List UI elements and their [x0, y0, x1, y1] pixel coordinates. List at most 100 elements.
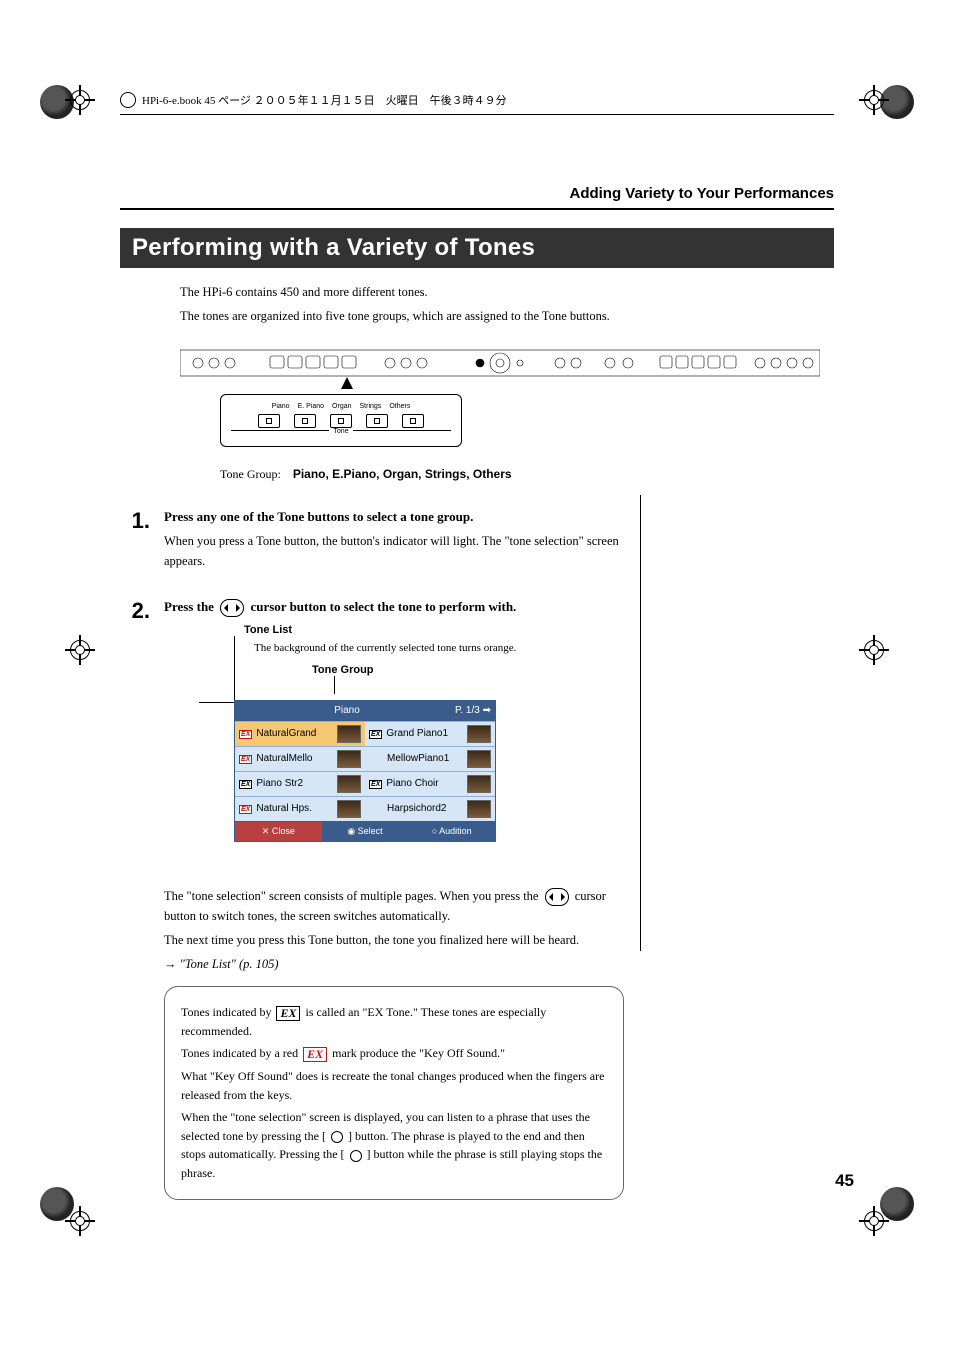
tone-btn-label: Others — [389, 401, 410, 412]
callout-text: Tones indicated by EX is called an "EX T… — [181, 1003, 607, 1040]
running-head: Adding Variety to Your Performances — [100, 185, 834, 202]
arrow-icon: → — [164, 957, 177, 971]
step-text: When you press a Tone button, the button… — [164, 531, 624, 571]
step-lead: Press the cursor button to select the to… — [164, 597, 624, 618]
step-lead: Press any one of the Tone buttons to sel… — [164, 507, 624, 528]
tone-btn-label: E. Piano — [298, 401, 324, 412]
ex-icon: EX — [369, 780, 382, 789]
screen-footer-select: ◉ Select — [322, 822, 409, 840]
tone-cell: EX Natural Hps. — [235, 796, 365, 821]
tone-button-icon — [294, 414, 316, 428]
text: The "tone selection" screen consists of … — [164, 889, 542, 903]
tone-thumb-icon — [467, 775, 491, 793]
tone-name: NaturalGrand — [256, 726, 333, 742]
reference: "Tone List" (p. 105) — [180, 957, 279, 971]
tone-cell: MellowPiano1 — [365, 746, 495, 771]
tone-name: Harpsichord2 — [387, 801, 463, 817]
ex-icon: EX — [276, 1006, 300, 1021]
cursor-icon — [545, 888, 569, 906]
page-title: Performing with a Variety of Tones — [120, 228, 834, 268]
intro-line: The tones are organized into five tone g… — [180, 306, 814, 326]
tone-button-icon — [366, 414, 388, 428]
after-screen-text: The next time you press this Tone button… — [164, 930, 624, 950]
tone-btn-label: Strings — [360, 401, 382, 412]
tone-cell: EX Piano Choir — [365, 771, 495, 796]
text: mark produce the "Key Off Sound." — [332, 1046, 505, 1060]
tone-name: MellowPiano1 — [387, 751, 463, 767]
corner-ornament — [880, 85, 914, 119]
tone-group-value: Piano, E.Piano, Organ, Strings, Others — [293, 467, 512, 481]
tone-buttons-illustration: Piano E. Piano Organ Strings Others Tone — [220, 394, 462, 447]
text: Tones indicated by — [181, 1005, 274, 1019]
tone-button-icon — [330, 414, 352, 428]
intro-line: The HPi-6 contains 450 and more differen… — [180, 282, 814, 302]
callout-text: When the "tone selection" screen is disp… — [181, 1108, 607, 1182]
ex-red-icon: EX — [239, 805, 252, 814]
registration-mark — [864, 640, 884, 660]
control-panel-illustration — [180, 342, 814, 384]
callout-line — [199, 702, 235, 703]
tone-thumb-icon — [337, 725, 361, 743]
tone-group-line: Tone Group: Piano, E.Piano, Organ, Strin… — [220, 465, 814, 484]
registration-mark — [864, 1211, 884, 1231]
circle-button-icon — [350, 1150, 362, 1162]
tone-thumb-icon — [337, 775, 361, 793]
ex-red-icon: EX — [239, 755, 252, 764]
globe-icon — [120, 92, 136, 108]
step-lead-pre: Press the — [164, 599, 217, 614]
screen-footer-close: ✕ Close — [235, 822, 322, 840]
book-header-text: HPi-6-e.book 45 ページ ２００５年１１月１５日 火曜日 午後３時… — [142, 92, 507, 108]
tone-cell: Harpsichord2 — [365, 796, 495, 821]
circle-button-icon — [331, 1131, 343, 1143]
tone-thumb-icon — [467, 725, 491, 743]
ex-icon: EX — [239, 780, 252, 789]
header-rule — [120, 208, 834, 210]
callout-text: What "Key Off Sound" does is recreate th… — [181, 1067, 607, 1104]
corner-ornament — [880, 1187, 914, 1221]
step-number: 2. — [120, 593, 150, 628]
tone-thumb-icon — [337, 750, 361, 768]
tone-thumb-icon — [467, 800, 491, 818]
ex-red-icon: EX — [303, 1047, 327, 1062]
tone-group-label: Tone Group — [312, 662, 374, 680]
step-lead-post: cursor button to select the tone to perf… — [250, 599, 516, 614]
screen-footer-audition: ○ Audition — [408, 822, 495, 840]
tone-button-icon — [402, 414, 424, 428]
registration-mark — [70, 1211, 90, 1231]
tone-cell: EX NaturalGrand — [235, 721, 365, 746]
tone-button-icon — [258, 414, 280, 428]
screen-header-right: P. 1/3 ➡ — [455, 703, 491, 719]
callout-text: Tones indicated by a red EX mark produce… — [181, 1044, 607, 1063]
tone-btn-label: Organ — [332, 401, 351, 412]
ex-red-icon: EX — [239, 730, 252, 739]
cursor-icon — [220, 599, 244, 617]
tone-cell: EX Piano Str2 — [235, 771, 365, 796]
callout-line — [234, 636, 235, 702]
tone-name: NaturalMello — [256, 751, 333, 767]
callout-box: Tones indicated by EX is called an "EX T… — [164, 986, 624, 1199]
tone-btn-label: Piano — [272, 401, 290, 412]
registration-mark — [70, 640, 90, 660]
tone-name: Piano Choir — [386, 776, 463, 792]
tone-selection-screen: Piano P. 1/3 ➡ EX NaturalGrand EXGrand Pia… — [234, 700, 496, 841]
tone-group-label: Tone Group: — [220, 467, 281, 481]
tone-name: Piano Str2 — [256, 776, 333, 792]
corner-ornament — [40, 85, 74, 119]
after-screen-text: The "tone selection" screen consists of … — [164, 886, 624, 926]
tone-thumb-icon — [467, 750, 491, 768]
tone-panel-foot: Tone — [329, 428, 352, 435]
tone-thumb-icon — [337, 800, 361, 818]
tone-name: Natural Hps. — [256, 801, 333, 817]
tone-cell: EXGrand Piano1 — [365, 721, 495, 746]
corner-ornament — [40, 1187, 74, 1221]
book-header: HPi-6-e.book 45 ページ ２００５年１１月１５日 火曜日 午後３時… — [120, 90, 834, 115]
screen-header-center: Piano — [334, 703, 360, 719]
ex-icon: EX — [369, 730, 382, 739]
tone-list-caption: The background of the currently selected… — [254, 640, 516, 658]
callout-line — [334, 676, 335, 694]
page-number: 45 — [835, 1171, 854, 1191]
tone-cell: EX NaturalMello — [235, 746, 365, 771]
ref-line: → "Tone List" (p. 105) — [164, 954, 624, 974]
step-number: 1. — [120, 503, 150, 538]
text: Tones indicated by a red — [181, 1046, 301, 1060]
